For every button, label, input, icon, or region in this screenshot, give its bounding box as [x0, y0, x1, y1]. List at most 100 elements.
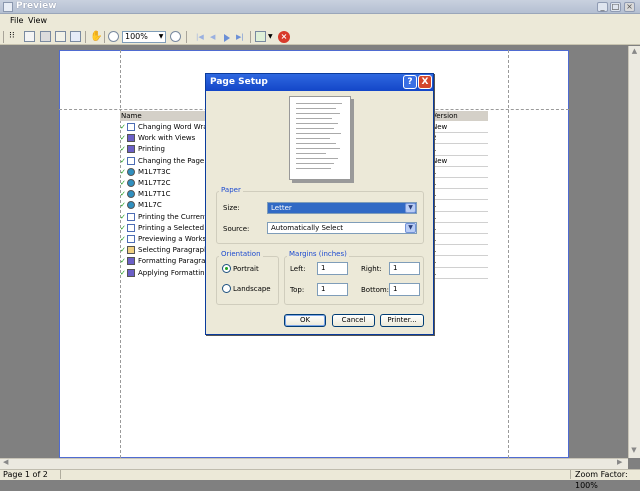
table-row: ✓ Previewing a Workshe	[120, 234, 215, 245]
status-divider	[570, 470, 571, 479]
dialog-title: Page Setup	[210, 77, 268, 87]
row-name: Previewing a Workshe	[138, 235, 215, 243]
book-icon	[127, 145, 135, 154]
cancel-button[interactable]: Cancel	[332, 314, 375, 327]
horizontal-scrollbar[interactable]	[0, 458, 628, 469]
check-icon: ✓	[120, 190, 126, 199]
table-row: ✓ M1L7T2C	[120, 178, 170, 189]
bottom-margin-input[interactable]: 1	[389, 283, 420, 296]
chevron-down-icon[interactable]: ▼	[157, 32, 165, 42]
right-margin-input[interactable]: 1	[389, 262, 420, 275]
margin-guide-right	[508, 50, 509, 458]
right-margin-label: Right:	[361, 265, 382, 273]
page-indicator: Page 1 of 2	[3, 470, 48, 479]
table-row: ✓ Printing a Selected Ra	[120, 223, 215, 234]
table-row: ✓ Formatting Paragraphs	[120, 256, 218, 267]
status-bar	[0, 469, 640, 480]
landscape-label[interactable]: Landscape	[233, 285, 271, 293]
row-name: M1L7T3C	[138, 167, 171, 176]
help-button[interactable]: ?	[403, 75, 417, 89]
toolbar-separator	[186, 31, 187, 43]
first-page-icon[interactable]: |◀	[196, 33, 204, 41]
page-setup-icon[interactable]	[24, 31, 35, 42]
row-version: 1	[432, 167, 488, 178]
landscape-radio[interactable]	[222, 284, 231, 293]
save-icon[interactable]	[70, 31, 81, 42]
row-version: 1	[432, 245, 488, 257]
chevron-down-icon[interactable]: ▼	[405, 203, 416, 213]
portrait-radio[interactable]	[222, 264, 231, 273]
column-header-version: Version	[432, 111, 488, 121]
row-name: Printing a Selected Ra	[138, 223, 216, 232]
doc-icon	[127, 212, 135, 221]
scroll-left-arrow[interactable]: ◀	[3, 458, 8, 466]
paper-size-select[interactable]: Letter	[267, 202, 417, 214]
globe-icon	[127, 179, 135, 187]
row-version: 1	[432, 268, 488, 279]
portrait-label[interactable]: Portrait	[233, 265, 259, 273]
paper-group-label: Paper	[219, 186, 243, 194]
maximize-button[interactable]: □	[610, 2, 621, 12]
scroll-up-arrow[interactable]: ▲	[629, 46, 640, 56]
doc-icon	[127, 156, 135, 165]
table-row: ✓ Applying Formatting	[120, 268, 209, 279]
zoom-out-icon[interactable]	[108, 31, 119, 42]
check-icon: ✓	[120, 212, 126, 221]
row-version: 1	[432, 212, 488, 223]
chevron-down-icon[interactable]: ▼	[405, 223, 416, 233]
scroll-right-arrow[interactable]: ▶	[617, 458, 622, 466]
status-divider	[60, 470, 61, 479]
app-icon	[3, 2, 13, 12]
export-doc-icon[interactable]	[255, 31, 266, 42]
check-icon: ✓	[120, 179, 126, 187]
globe-icon	[127, 201, 135, 210]
minimize-button[interactable]: _	[597, 2, 608, 12]
vertical-scrollbar[interactable]: ▲	[628, 46, 640, 458]
top-margin-input[interactable]: 1	[317, 283, 348, 296]
menu-view[interactable]: View	[28, 16, 47, 25]
hand-icon[interactable]: ✋	[90, 31, 102, 42]
paper-group	[216, 191, 424, 244]
check-icon: ✓	[120, 134, 126, 143]
toolbar-separator	[104, 31, 105, 43]
next-page-icon[interactable]	[224, 34, 230, 42]
close-window-button[interactable]: ×	[624, 2, 635, 12]
table-row: ✓ M1L7T3C	[120, 167, 170, 178]
row-version: 1	[432, 144, 488, 156]
left-margin-input[interactable]: 1	[317, 262, 348, 275]
thumbnails-icon[interactable]: ⁝⁝	[9, 31, 18, 42]
row-version: 1	[432, 200, 488, 212]
print-icon[interactable]	[40, 31, 51, 42]
dialog-close-button[interactable]: X	[418, 75, 432, 89]
size-label: Size:	[223, 204, 240, 212]
check-icon: ✓	[120, 223, 126, 232]
table-row: ✓ Work with Views	[120, 133, 195, 144]
globe-icon	[127, 167, 135, 176]
doc-icon	[127, 235, 135, 243]
page-thumbnail	[289, 96, 351, 180]
check-icon: ✓	[120, 235, 126, 243]
chevron-down-icon[interactable]: ▼	[268, 33, 273, 40]
check-icon: ✓	[120, 201, 126, 210]
row-version: 2	[432, 133, 488, 145]
menu-file[interactable]: File	[10, 16, 23, 25]
ok-button[interactable]: OK	[284, 314, 326, 327]
scroll-down-arrow[interactable]: ▼	[629, 446, 639, 456]
top-margin-label: Top:	[290, 286, 305, 294]
margins-group-label: Margins (inches)	[287, 250, 349, 258]
doc-icon	[127, 223, 135, 232]
prev-page-icon[interactable]: ◀	[210, 33, 215, 41]
window-title: Preview	[16, 1, 57, 11]
toolbar-grip	[3, 31, 4, 43]
title-bar-overlay: Preview _ □ ×	[0, 0, 640, 14]
export-icon[interactable]	[55, 31, 66, 42]
close-preview-icon[interactable]: ×	[278, 31, 290, 43]
paper-source-select[interactable]: Automatically Select	[267, 222, 417, 234]
row-name: Printing	[138, 145, 165, 154]
last-page-icon[interactable]: ▶|	[236, 33, 244, 41]
book-icon	[127, 268, 135, 277]
printer-button[interactable]: Printer...	[380, 314, 424, 327]
table-row: ✓ M1L7C	[120, 200, 162, 211]
check-icon: ✓	[120, 123, 126, 131]
zoom-in-icon[interactable]	[170, 31, 181, 42]
